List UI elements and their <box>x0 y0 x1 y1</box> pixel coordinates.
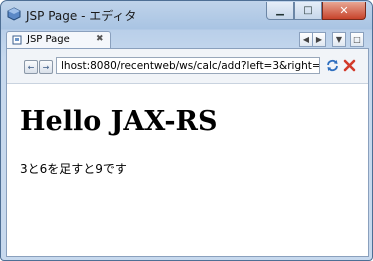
editor-content: ← → lhost:8080/recentweb/ws/calc/add?lef… <box>6 48 369 257</box>
window-title: JSP Page - エディタ <box>26 9 137 23</box>
tab-maximize-button[interactable]: □ <box>350 32 364 47</box>
browser-window: JSP Page - エディタ ▁ □ ✕ JSP Page ✖ ◀ ▶ ▼ □… <box>0 0 373 261</box>
close-button[interactable]: ✕ <box>322 2 366 20</box>
result-text: 3と6を足すと9です <box>20 162 127 176</box>
tab-strip: JSP Page ✖ ◀ ▶ ▼ □ <box>6 29 367 49</box>
page-heading: Hello JAX-RS <box>20 106 218 137</box>
tab-prev-button[interactable]: ◀ <box>299 32 313 47</box>
title-bar[interactable]: JSP Page - エディタ ▁ □ ✕ <box>1 1 372 29</box>
navigation-bar: ← → lhost:8080/recentweb/ws/calc/add?lef… <box>7 49 368 84</box>
tab-close-icon[interactable]: ✖ <box>96 34 104 44</box>
url-field[interactable]: lhost:8080/recentweb/ws/calc/add?left=3&… <box>56 57 320 74</box>
tab-jsp-page[interactable]: JSP Page ✖ <box>6 31 111 49</box>
page-body: Hello JAX-RS 3と6を足すと9です <box>7 84 368 256</box>
tab-list-button[interactable]: ▼ <box>332 32 346 47</box>
tab-next-button[interactable]: ▶ <box>312 32 326 47</box>
page-icon <box>12 35 22 45</box>
stop-icon[interactable] <box>343 59 356 72</box>
window-controls: ▁ □ ✕ <box>266 2 366 20</box>
minimize-button[interactable]: ▁ <box>266 2 294 20</box>
maximize-button[interactable]: □ <box>294 2 322 20</box>
back-button[interactable]: ← <box>24 60 38 74</box>
reload-icon[interactable] <box>326 59 339 72</box>
app-icon <box>7 7 21 21</box>
tab-label: JSP Page <box>27 34 70 45</box>
forward-button[interactable]: → <box>39 60 53 74</box>
